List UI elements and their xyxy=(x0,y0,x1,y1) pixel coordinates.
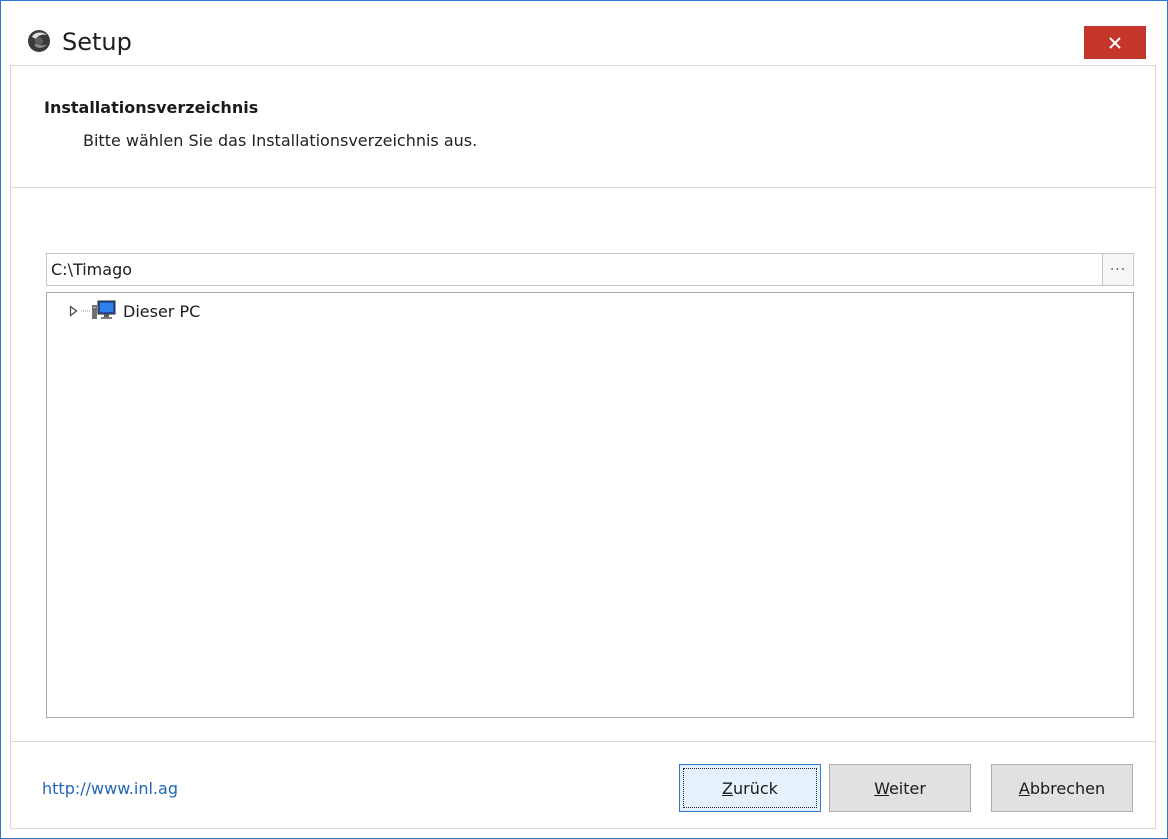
setup-window: Setup Installationsverzeichnis Bitte wäh… xyxy=(0,0,1168,839)
cancel-button-label: Abbrechen xyxy=(1018,778,1106,798)
computer-icon xyxy=(92,300,116,319)
tree-item-label: Dieser PC xyxy=(123,301,201,321)
install-path-input[interactable] xyxy=(46,253,1103,286)
setup-app-icon xyxy=(28,30,50,52)
wizard-frame: Installationsverzeichnis Bitte wählen Si… xyxy=(10,65,1156,829)
tree-item-dieser-pc[interactable]: Dieser PC xyxy=(67,298,200,324)
page-title: Installationsverzeichnis xyxy=(44,98,259,117)
window-title: Setup xyxy=(62,28,132,56)
close-icon xyxy=(1109,36,1121,49)
browse-button[interactable]: ··· xyxy=(1102,253,1134,286)
expand-arrow-icon[interactable] xyxy=(67,304,79,318)
folder-tree[interactable]: Dieser PC xyxy=(46,292,1134,718)
next-button-label: Weiter xyxy=(874,778,926,798)
focus-rectangle xyxy=(683,768,817,808)
page-subtitle: Bitte wählen Sie das Installationsverzei… xyxy=(83,131,478,150)
website-link[interactable]: http://www.inl.ag xyxy=(42,779,178,798)
close-button[interactable] xyxy=(1084,26,1146,59)
header-panel: Installationsverzeichnis Bitte wählen Si… xyxy=(11,66,1155,188)
footer-divider xyxy=(11,741,1155,742)
back-button[interactable]: Zurück xyxy=(679,764,821,812)
next-button[interactable]: Weiter xyxy=(829,764,971,812)
tree-connector-icon xyxy=(81,310,91,312)
cancel-button[interactable]: Abbrechen xyxy=(991,764,1133,812)
title-bar[interactable]: Setup xyxy=(1,1,1167,65)
